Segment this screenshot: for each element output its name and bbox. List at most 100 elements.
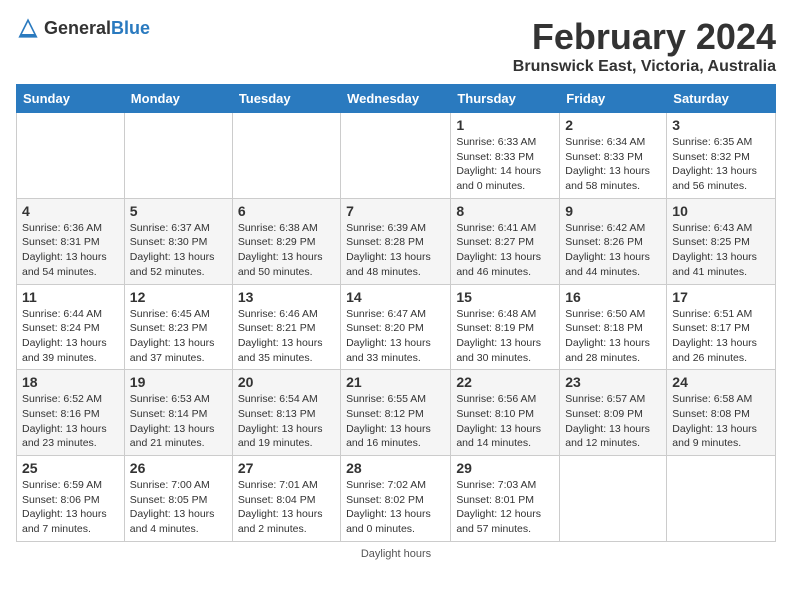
calendar-cell: 12 Sunrise: 6:45 AM Sunset: 8:23 PM Dayli…: [124, 284, 232, 370]
calendar-cell: [17, 113, 125, 199]
logo: GeneralBlue: [16, 16, 150, 40]
calendar-cell: 10 Sunrise: 6:43 AM Sunset: 8:25 PM Dayli…: [667, 198, 776, 284]
calendar-cell: 3 Sunrise: 6:35 AM Sunset: 8:32 PM Daylig…: [667, 113, 776, 199]
day-number: 19: [130, 374, 227, 390]
day-info: Sunrise: 6:58 AM Sunset: 8:08 PM Dayligh…: [672, 392, 770, 451]
day-info: Sunrise: 7:02 AM Sunset: 8:02 PM Dayligh…: [346, 478, 445, 537]
calendar-cell: 27Sunrise: 7:01 AM Sunset: 8:04 PM Dayli…: [232, 456, 340, 542]
calendar-cell: 18 Sunrise: 6:52 AM Sunset: 8:16 PM Dayli…: [17, 370, 125, 456]
logo-icon: [16, 16, 40, 40]
calendar-cell: [232, 113, 340, 199]
day-info: Sunrise: 6:37 AM Sunset: 8:30 PM Dayligh…: [130, 221, 227, 280]
day-header-wednesday: Wednesday: [341, 85, 451, 113]
day-number: 28: [346, 460, 445, 476]
calendar-cell: 8 Sunrise: 6:41 AM Sunset: 8:27 PM Daylig…: [451, 198, 560, 284]
calendar-cell: 25Sunrise: 6:59 AM Sunset: 8:06 PM Dayli…: [17, 456, 125, 542]
footer-note: Daylight hours: [16, 548, 776, 560]
calendar-cell: 15 Sunrise: 6:48 AM Sunset: 8:19 PM Dayli…: [451, 284, 560, 370]
day-number: 8: [456, 203, 554, 219]
calendar-cell: 2 Sunrise: 6:34 AM Sunset: 8:33 PM Daylig…: [560, 113, 667, 199]
calendar-cell: 4 Sunrise: 6:36 AM Sunset: 8:31 PM Daylig…: [17, 198, 125, 284]
day-number: 27: [238, 460, 335, 476]
day-number: 12: [130, 289, 227, 305]
calendar-cell: 9 Sunrise: 6:42 AM Sunset: 8:26 PM Daylig…: [560, 198, 667, 284]
day-info: Sunrise: 6:53 AM Sunset: 8:14 PM Dayligh…: [130, 392, 227, 451]
day-number: 7: [346, 203, 445, 219]
calendar-cell: [667, 456, 776, 542]
calendar-cell: 24 Sunrise: 6:58 AM Sunset: 8:08 PM Dayli…: [667, 370, 776, 456]
week-row-4: 18 Sunrise: 6:52 AM Sunset: 8:16 PM Dayli…: [17, 370, 776, 456]
day-info: Sunrise: 6:56 AM Sunset: 8:10 PM Dayligh…: [456, 392, 554, 451]
day-info: Sunrise: 6:41 AM Sunset: 8:27 PM Dayligh…: [456, 221, 554, 280]
day-info: Sunrise: 6:34 AM Sunset: 8:33 PM Dayligh…: [565, 135, 661, 194]
day-header-monday: Monday: [124, 85, 232, 113]
day-number: 18: [22, 374, 119, 390]
day-header-friday: Friday: [560, 85, 667, 113]
day-number: 14: [346, 289, 445, 305]
day-number: 5: [130, 203, 227, 219]
calendar-cell: [560, 456, 667, 542]
day-number: 23: [565, 374, 661, 390]
subtitle: Brunswick East, Victoria, Australia: [513, 58, 776, 76]
day-number: 20: [238, 374, 335, 390]
day-info: Sunrise: 6:35 AM Sunset: 8:32 PM Dayligh…: [672, 135, 770, 194]
day-info: Sunrise: 6:59 AM Sunset: 8:06 PM Dayligh…: [22, 478, 119, 537]
day-number: 9: [565, 203, 661, 219]
day-number: 13: [238, 289, 335, 305]
main-title: February 2024: [513, 16, 776, 58]
calendar-cell: 16Sunrise: 6:50 AM Sunset: 8:18 PM Dayli…: [560, 284, 667, 370]
week-row-2: 4 Sunrise: 6:36 AM Sunset: 8:31 PM Daylig…: [17, 198, 776, 284]
day-number: 1: [456, 117, 554, 133]
day-header-thursday: Thursday: [451, 85, 560, 113]
day-info: Sunrise: 6:55 AM Sunset: 8:12 PM Dayligh…: [346, 392, 445, 451]
day-info: Sunrise: 6:57 AM Sunset: 8:09 PM Dayligh…: [565, 392, 661, 451]
calendar-cell: 29 Sunrise: 7:03 AM Sunset: 8:01 PM Dayli…: [451, 456, 560, 542]
calendar-table: SundayMondayTuesdayWednesdayThursdayFrid…: [16, 84, 776, 542]
day-number: 21: [346, 374, 445, 390]
day-number: 2: [565, 117, 661, 133]
calendar-cell: 13 Sunrise: 6:46 AM Sunset: 8:21 PM Dayli…: [232, 284, 340, 370]
calendar-cell: 26 Sunrise: 7:00 AM Sunset: 8:05 PM Dayli…: [124, 456, 232, 542]
day-info: Sunrise: 6:48 AM Sunset: 8:19 PM Dayligh…: [456, 307, 554, 366]
day-number: 4: [22, 203, 119, 219]
day-info: Sunrise: 6:43 AM Sunset: 8:25 PM Dayligh…: [672, 221, 770, 280]
day-header-tuesday: Tuesday: [232, 85, 340, 113]
day-info: Sunrise: 6:33 AM Sunset: 8:33 PM Dayligh…: [456, 135, 554, 194]
calendar-cell: 19 Sunrise: 6:53 AM Sunset: 8:14 PM Dayli…: [124, 370, 232, 456]
calendar-cell: [341, 113, 451, 199]
day-number: 17: [672, 289, 770, 305]
week-row-1: 1 Sunrise: 6:33 AM Sunset: 8:33 PM Daylig…: [17, 113, 776, 199]
day-number: 26: [130, 460, 227, 476]
calendar-cell: 5 Sunrise: 6:37 AM Sunset: 8:30 PM Daylig…: [124, 198, 232, 284]
calendar-cell: 22Sunrise: 6:56 AM Sunset: 8:10 PM Dayli…: [451, 370, 560, 456]
day-info: Sunrise: 6:46 AM Sunset: 8:21 PM Dayligh…: [238, 307, 335, 366]
calendar-cell: 20 Sunrise: 6:54 AM Sunset: 8:13 PM Dayli…: [232, 370, 340, 456]
calendar-cell: 1 Sunrise: 6:33 AM Sunset: 8:33 PM Daylig…: [451, 113, 560, 199]
day-info: Sunrise: 6:42 AM Sunset: 8:26 PM Dayligh…: [565, 221, 661, 280]
day-number: 24: [672, 374, 770, 390]
day-info: Sunrise: 6:47 AM Sunset: 8:20 PM Dayligh…: [346, 307, 445, 366]
day-info: Sunrise: 6:36 AM Sunset: 8:31 PM Dayligh…: [22, 221, 119, 280]
day-info: Sunrise: 7:03 AM Sunset: 8:01 PM Dayligh…: [456, 478, 554, 537]
day-number: 10: [672, 203, 770, 219]
day-info: Sunrise: 7:00 AM Sunset: 8:05 PM Dayligh…: [130, 478, 227, 537]
day-info: Sunrise: 6:45 AM Sunset: 8:23 PM Dayligh…: [130, 307, 227, 366]
week-row-5: 25Sunrise: 6:59 AM Sunset: 8:06 PM Dayli…: [17, 456, 776, 542]
day-info: Sunrise: 6:54 AM Sunset: 8:13 PM Dayligh…: [238, 392, 335, 451]
day-info: Sunrise: 6:44 AM Sunset: 8:24 PM Dayligh…: [22, 307, 119, 366]
day-number: 29: [456, 460, 554, 476]
day-number: 6: [238, 203, 335, 219]
day-info: Sunrise: 6:39 AM Sunset: 8:28 PM Dayligh…: [346, 221, 445, 280]
calendar-cell: 17Sunrise: 6:51 AM Sunset: 8:17 PM Dayli…: [667, 284, 776, 370]
day-info: Sunrise: 6:50 AM Sunset: 8:18 PM Dayligh…: [565, 307, 661, 366]
day-number: 15: [456, 289, 554, 305]
calendar-cell: 28 Sunrise: 7:02 AM Sunset: 8:02 PM Dayli…: [341, 456, 451, 542]
day-number: 3: [672, 117, 770, 133]
calendar-cell: 11Sunrise: 6:44 AM Sunset: 8:24 PM Dayli…: [17, 284, 125, 370]
week-row-3: 11Sunrise: 6:44 AM Sunset: 8:24 PM Dayli…: [17, 284, 776, 370]
day-info: Sunrise: 6:52 AM Sunset: 8:16 PM Dayligh…: [22, 392, 119, 451]
day-info: Sunrise: 6:38 AM Sunset: 8:29 PM Dayligh…: [238, 221, 335, 280]
calendar-cell: 21 Sunrise: 6:55 AM Sunset: 8:12 PM Dayli…: [341, 370, 451, 456]
day-header-saturday: Saturday: [667, 85, 776, 113]
calendar-cell: 23 Sunrise: 6:57 AM Sunset: 8:09 PM Dayli…: [560, 370, 667, 456]
